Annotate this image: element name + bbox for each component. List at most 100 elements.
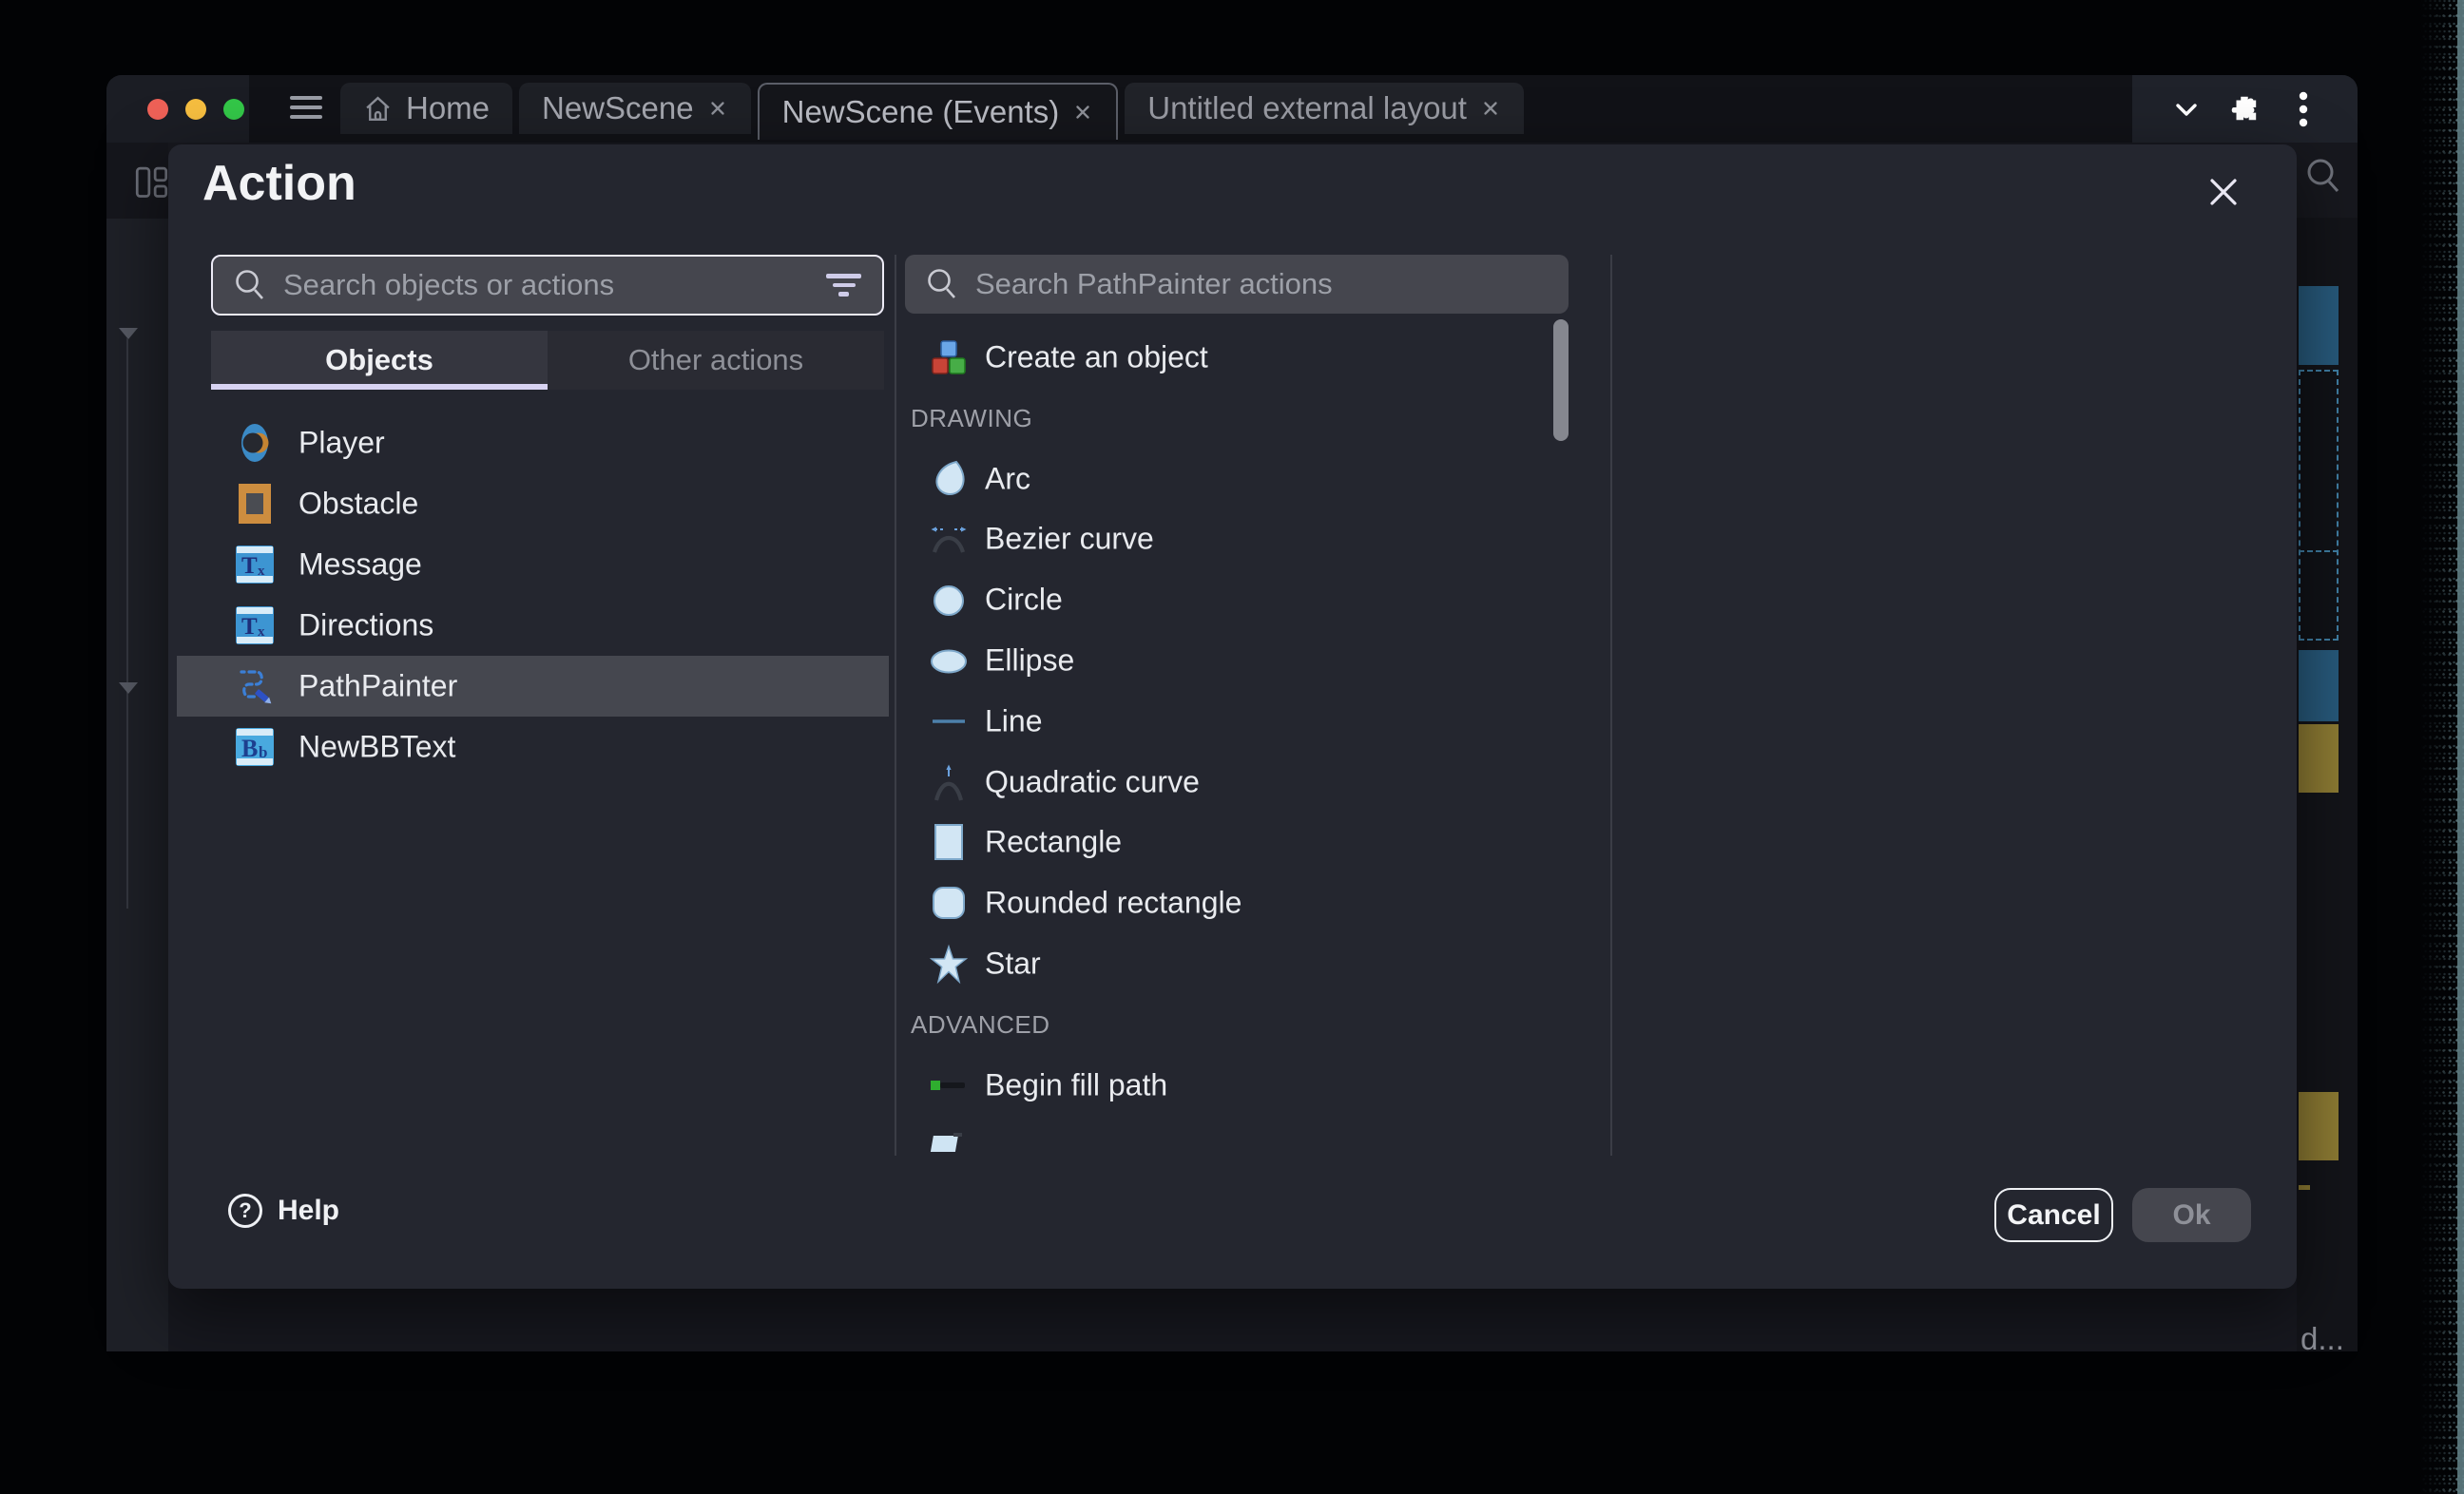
tab-newscene[interactable]: NewScene bbox=[519, 83, 751, 134]
tab-close-icon[interactable] bbox=[1480, 98, 1501, 119]
dialog-title: Action bbox=[202, 154, 356, 213]
bezier-icon bbox=[928, 518, 970, 560]
object-label: Obstacle bbox=[298, 487, 418, 522]
action-search-input[interactable] bbox=[973, 266, 1569, 302]
object-label: PathPainter bbox=[298, 669, 457, 704]
object-row-obstacle[interactable]: Obstacle bbox=[177, 473, 889, 534]
tab-home[interactable]: Home bbox=[340, 83, 512, 134]
object-row-player[interactable]: Player bbox=[177, 412, 889, 473]
object-row-message[interactable]: TxMessage bbox=[177, 534, 889, 595]
extensions-puzzle-icon[interactable] bbox=[2227, 92, 2262, 126]
star-icon bbox=[928, 943, 970, 985]
tab-bar: Home NewScene NewScene (Events) Untitled ex… bbox=[340, 83, 1524, 138]
cancel-button[interactable]: Cancel bbox=[1994, 1188, 2113, 1242]
action-row-ellipse[interactable]: Ellipse bbox=[905, 630, 1608, 691]
filter-icon[interactable] bbox=[826, 274, 861, 297]
action-row-bezier-curve[interactable]: Bezier curve bbox=[905, 508, 1608, 569]
action-label: Line bbox=[985, 704, 1043, 739]
action-label: Quadratic curve bbox=[985, 765, 1200, 800]
event-block-divider bbox=[2299, 550, 2339, 552]
events-editor-right-edge: d... bbox=[2297, 143, 2358, 1351]
obstacle-icon bbox=[234, 483, 276, 525]
svg-text:T: T bbox=[241, 553, 258, 579]
rounded-rectangle-icon bbox=[928, 882, 970, 924]
traffic-light-minimize[interactable] bbox=[185, 99, 206, 120]
tab-close-icon[interactable] bbox=[1072, 102, 1093, 123]
action-row-clipped[interactable] bbox=[905, 1115, 1608, 1152]
layout-panels-icon[interactable] bbox=[135, 165, 169, 210]
tab-other-actions[interactable]: Other actions bbox=[548, 331, 884, 390]
section-header-drawing: DRAWING bbox=[911, 388, 1576, 449]
event-block bbox=[2299, 1092, 2339, 1160]
tab-newscene-events[interactable]: NewScene (Events) bbox=[758, 83, 1119, 140]
bbtext-icon: Bb bbox=[234, 726, 276, 768]
help-button[interactable]: ? Help bbox=[228, 1194, 339, 1228]
action-list: Create an object DRAWING Arc Bezier curve Ci… bbox=[905, 327, 1608, 1152]
app-window: Home NewScene NewScene (Events) Untitled ex… bbox=[106, 75, 2358, 1351]
object-row-directions[interactable]: TxDirections bbox=[177, 595, 889, 656]
events-editor-left-edge bbox=[106, 143, 168, 1351]
search-icon bbox=[234, 268, 266, 302]
circle-icon bbox=[928, 579, 970, 621]
tab-untitled-external-layout[interactable]: Untitled external layout bbox=[1125, 83, 1524, 134]
action-label: Begin fill path bbox=[985, 1068, 1167, 1103]
svg-text:b: b bbox=[259, 743, 267, 761]
begin-fill-path-icon bbox=[928, 1064, 970, 1106]
traffic-light-maximize[interactable] bbox=[223, 99, 244, 120]
object-row-newbbtext[interactable]: BbNewBBText bbox=[177, 717, 889, 777]
action-label: Bezier curve bbox=[985, 522, 1154, 557]
tab-objects[interactable]: Objects bbox=[211, 331, 548, 390]
panel-divider bbox=[1610, 255, 1612, 1156]
screen: Home NewScene NewScene (Events) Untitled ex… bbox=[0, 0, 2464, 1494]
tree-collapse-icon[interactable] bbox=[119, 328, 138, 339]
line-icon bbox=[928, 700, 970, 742]
action-row-begin-fill-path[interactable]: Begin fill path bbox=[905, 1055, 1608, 1116]
tab-label: NewScene (Events) bbox=[782, 94, 1060, 130]
object-row-pathpainter[interactable]: PathPainter bbox=[177, 656, 889, 717]
ok-button[interactable]: Ok bbox=[2132, 1188, 2251, 1242]
text-icon: Tx bbox=[234, 604, 276, 646]
tab-close-icon[interactable] bbox=[707, 98, 728, 119]
action-row-rounded-rectangle[interactable]: Rounded rectangle bbox=[905, 872, 1608, 933]
traffic-light-close[interactable] bbox=[147, 99, 168, 120]
event-block bbox=[2299, 1185, 2310, 1190]
action-label: Create an object bbox=[985, 340, 1208, 375]
object-list: Player Obstacle TxMessageTxDirections PathP… bbox=[177, 412, 889, 783]
kebab-menu-icon[interactable] bbox=[2286, 92, 2320, 126]
clipped-partial-icon bbox=[928, 1124, 970, 1152]
action-row-star[interactable]: Star bbox=[905, 933, 1608, 994]
action-row-create-an-object[interactable]: Create an object bbox=[905, 327, 1608, 388]
tab-label: Home bbox=[406, 90, 490, 126]
path-painter-icon bbox=[234, 665, 276, 707]
action-label: Arc bbox=[985, 462, 1030, 497]
chevron-down-icon[interactable] bbox=[2169, 92, 2204, 126]
action-row-circle[interactable]: Circle bbox=[905, 569, 1608, 630]
event-block bbox=[2299, 724, 2339, 793]
home-icon bbox=[363, 94, 393, 124]
titlebar-actions bbox=[2132, 75, 2358, 143]
clipped-background-text: d... bbox=[2300, 1321, 2344, 1357]
action-row-rectangle[interactable]: Rectangle bbox=[905, 812, 1608, 872]
action-row-line[interactable]: Line bbox=[905, 691, 1608, 752]
close-icon[interactable] bbox=[2206, 175, 2241, 209]
text-icon: Tx bbox=[234, 544, 276, 585]
action-row-arc[interactable]: Arc bbox=[905, 449, 1608, 509]
wallpaper-edge bbox=[2457, 0, 2464, 1494]
action-label: Rounded rectangle bbox=[985, 886, 1242, 921]
tree-collapse-icon[interactable] bbox=[119, 682, 138, 694]
object-search-input[interactable] bbox=[281, 267, 818, 303]
scrollbar-thumb[interactable] bbox=[1553, 319, 1569, 441]
hamburger-menu-icon[interactable] bbox=[290, 96, 322, 122]
event-block bbox=[2299, 650, 2339, 721]
event-block bbox=[2299, 286, 2339, 365]
svg-text:B: B bbox=[241, 735, 258, 762]
svg-text:T: T bbox=[241, 614, 258, 640]
tab-label: Untitled external layout bbox=[1147, 90, 1467, 126]
svg-text:x: x bbox=[258, 624, 265, 640]
search-icon bbox=[926, 267, 958, 301]
help-icon: ? bbox=[228, 1194, 262, 1228]
section-header-advanced: ADVANCED bbox=[911, 994, 1576, 1055]
action-row-quadratic-curve[interactable]: Quadratic curve bbox=[905, 752, 1608, 813]
action-label: Circle bbox=[985, 583, 1063, 618]
search-icon[interactable] bbox=[2303, 156, 2343, 202]
